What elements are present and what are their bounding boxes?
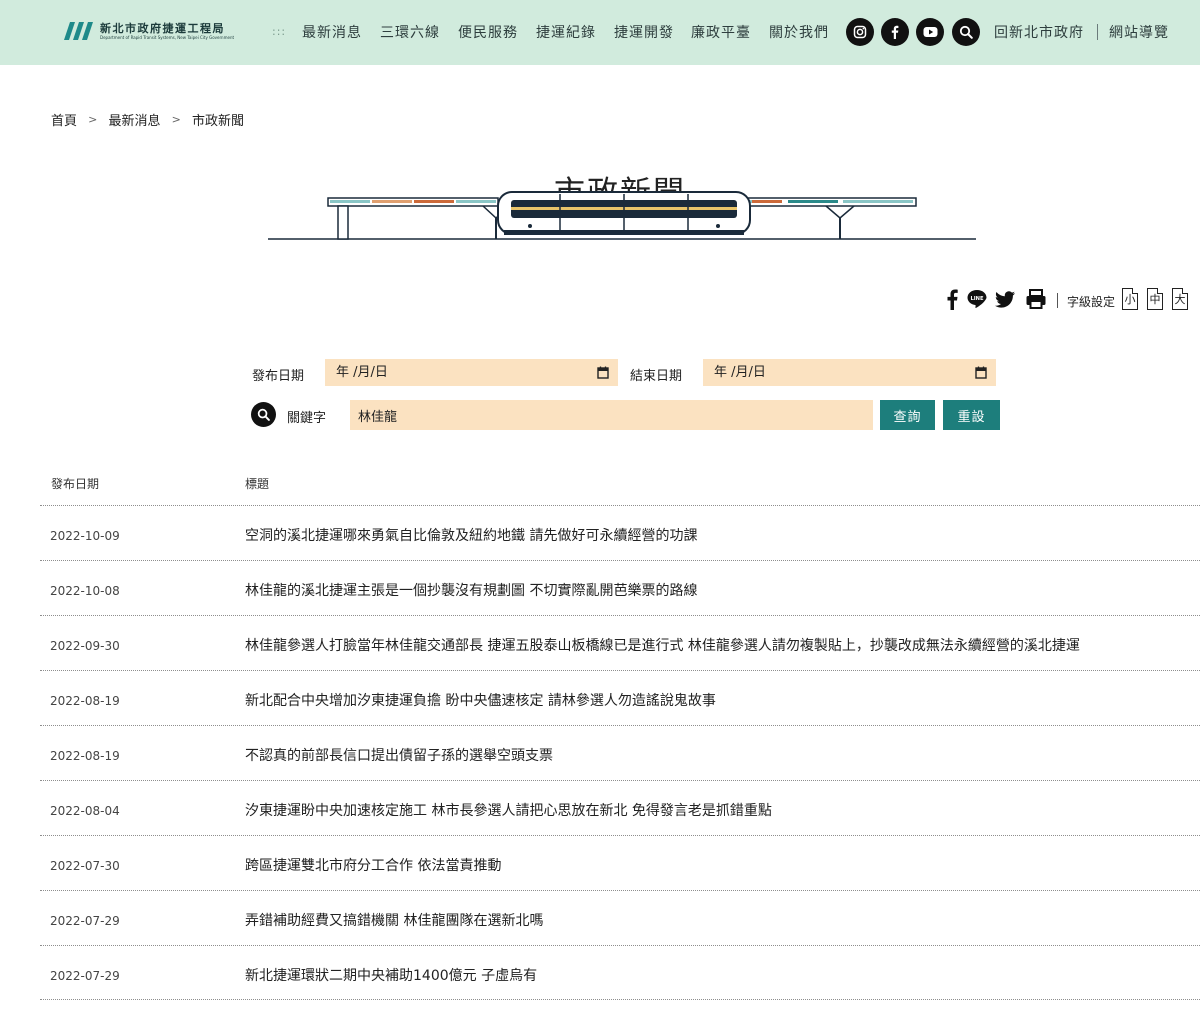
row-title-link[interactable]: 林佳龍參選人打臉當年林佳龍交通部長 捷運五股泰山板橋線已是進行式 林佳龍參選人請… bbox=[245, 635, 1080, 655]
font-size-large-button[interactable]: 大 bbox=[1172, 288, 1188, 310]
nav-item-records[interactable]: 捷運紀錄 bbox=[536, 22, 596, 42]
table-row[interactable]: 2022-08-04 汐東捷運盼中央加速核定施工 林市長參選人請把心思放在新北 … bbox=[40, 780, 1200, 835]
row-date: 2022-07-29 bbox=[50, 914, 120, 928]
row-date: 2022-07-29 bbox=[50, 969, 120, 983]
row-title-link[interactable]: 弄錯補助經費又搞錯機關 林佳龍團隊在選新北嗎 bbox=[245, 910, 543, 930]
row-date: 2022-08-04 bbox=[50, 804, 120, 818]
row-title-link[interactable]: 空洞的溪北捷運哪來勇氣自比倫敦及紐約地鐵 請先做好可永續經營的功課 bbox=[245, 525, 697, 545]
search-icon[interactable] bbox=[952, 18, 980, 46]
font-size-small-button[interactable]: 小 bbox=[1122, 288, 1138, 310]
table-row[interactable]: 2022-07-30 跨區捷運雙北市府分工合作 依法當責推動 bbox=[40, 835, 1200, 890]
row-title-link[interactable]: 汐東捷運盼中央加速核定施工 林市長參選人請把心思放在新北 免得發言老是抓錯重點 bbox=[245, 800, 772, 820]
table-header-title: 標題 bbox=[245, 477, 270, 491]
table-row[interactable]: 2022-07-29 新北捷運環狀二期中央補助1400億元 子虛烏有 bbox=[40, 945, 1200, 1000]
breadcrumb-current: 市政新聞 bbox=[192, 114, 245, 129]
facebook-icon[interactable] bbox=[945, 288, 959, 310]
table-row[interactable]: 2022-08-19 不認真的前部長信口提出債留子孫的選舉空頭支票 bbox=[40, 725, 1200, 780]
row-date: 2022-07-30 bbox=[50, 859, 120, 873]
table-row[interactable]: 2022-08-19 新北配合中央增加汐東捷運負擔 盼中央儘速核定 請林參選人勿… bbox=[40, 670, 1200, 725]
row-title-link[interactable]: 新北捷運環狀二期中央補助1400億元 子虛烏有 bbox=[245, 965, 537, 985]
nav-item-services[interactable]: 便民服務 bbox=[458, 22, 518, 42]
row-date: 2022-08-19 bbox=[50, 749, 120, 763]
header-divider bbox=[1097, 24, 1098, 40]
calendar-icon[interactable] bbox=[597, 366, 609, 379]
nav-item-about[interactable]: 關於我們 bbox=[769, 22, 829, 42]
instagram-icon[interactable] bbox=[846, 18, 874, 46]
nav-item-lines[interactable]: 三環六線 bbox=[380, 22, 440, 42]
line-icon[interactable]: LINE bbox=[966, 288, 988, 310]
row-date: 2022-09-30 bbox=[50, 639, 120, 653]
print-icon[interactable] bbox=[1025, 288, 1047, 310]
youtube-icon[interactable] bbox=[916, 18, 944, 46]
end-date-label: 結束日期 bbox=[630, 369, 683, 384]
tools-divider bbox=[1057, 293, 1058, 308]
row-title-link[interactable]: 跨區捷運雙北市府分工合作 依法當責推動 bbox=[245, 855, 501, 875]
start-date-field[interactable]: 年 /月/日 bbox=[325, 359, 618, 386]
reset-button[interactable]: 重設 bbox=[943, 400, 1000, 430]
font-size-medium-button[interactable]: 中 bbox=[1147, 288, 1163, 310]
row-title-link[interactable]: 林佳龍的溪北捷運主張是一個抄襲沒有規劃圖 不切實際亂開芭樂票的路線 bbox=[245, 580, 697, 600]
keyword-search-icon bbox=[251, 402, 276, 427]
start-date-value: 年 /月/日 bbox=[336, 365, 388, 380]
logo-text-en: Department of Rapid Transit Systems, New… bbox=[100, 35, 235, 40]
row-date: 2022-10-08 bbox=[50, 584, 120, 598]
nav-item-development[interactable]: 捷運開發 bbox=[614, 22, 674, 42]
mrt-train-illustration bbox=[268, 191, 976, 240]
row-title-link[interactable]: 新北配合中央增加汐東捷運負擔 盼中央儘速核定 請林參選人勿造謠說鬼故事 bbox=[245, 690, 716, 710]
svg-text:LINE: LINE bbox=[970, 296, 984, 302]
breadcrumb-separator: > bbox=[88, 113, 98, 126]
table-row[interactable]: 2022-07-29 弄錯補助經費又搞錯機關 林佳龍團隊在選新北嗎 bbox=[40, 890, 1200, 945]
news-table: 2022-10-09 空洞的溪北捷運哪來勇氣自比倫敦及紐約地鐵 請先做好可永續經… bbox=[40, 505, 1200, 1000]
nav-dots: ::: bbox=[272, 25, 287, 38]
table-header-date: 發布日期 bbox=[51, 477, 100, 491]
keyword-label: 關鍵字 bbox=[287, 411, 327, 426]
row-date: 2022-10-09 bbox=[50, 529, 120, 543]
logo-mark-icon bbox=[64, 22, 93, 40]
breadcrumb: 首頁 > 最新消息 > 市政新聞 bbox=[51, 110, 244, 129]
breadcrumb-separator: > bbox=[171, 113, 181, 126]
breadcrumb-home[interactable]: 首頁 bbox=[51, 114, 77, 129]
row-title-link[interactable]: 不認真的前部長信口提出債留子孫的選舉空頭支票 bbox=[245, 745, 553, 765]
table-row[interactable]: 2022-10-09 空洞的溪北捷運哪來勇氣自比倫敦及紐約地鐵 請先做好可永續經… bbox=[40, 505, 1200, 560]
table-row[interactable]: 2022-09-30 林佳龍參選人打臉當年林佳龍交通部長 捷運五股泰山板橋線已是… bbox=[40, 615, 1200, 670]
table-row[interactable]: 2022-10-08 林佳龍的溪北捷運主張是一個抄襲沒有規劃圖 不切實際亂開芭樂… bbox=[40, 560, 1200, 615]
ntpc-gov-link[interactable]: 回新北市政府 bbox=[994, 22, 1084, 42]
end-date-field[interactable]: 年 /月/日 bbox=[703, 359, 996, 386]
twitter-icon[interactable] bbox=[994, 288, 1016, 310]
nav-item-news[interactable]: 最新消息 bbox=[302, 22, 362, 42]
sitemap-link[interactable]: 網站導覽 bbox=[1109, 22, 1169, 42]
end-date-value: 年 /月/日 bbox=[714, 365, 766, 380]
breadcrumb-news[interactable]: 最新消息 bbox=[109, 114, 161, 129]
font-size-label: 字級設定 bbox=[1067, 295, 1116, 309]
start-date-label: 發布日期 bbox=[252, 369, 305, 384]
calendar-icon[interactable] bbox=[975, 366, 987, 379]
logo-text-cn: 新北市政府捷運工程局 bbox=[100, 22, 225, 35]
site-header: 新北市政府捷運工程局 Department of Rapid Transit S… bbox=[0, 0, 1200, 65]
nav-item-integrity[interactable]: 廉政平臺 bbox=[691, 22, 751, 42]
search-button[interactable]: 查詢 bbox=[880, 400, 935, 430]
row-date: 2022-08-19 bbox=[50, 694, 120, 708]
keyword-input[interactable] bbox=[350, 400, 873, 430]
facebook-icon[interactable] bbox=[881, 18, 909, 46]
site-logo[interactable]: 新北市政府捷運工程局 Department of Rapid Transit S… bbox=[64, 20, 254, 44]
